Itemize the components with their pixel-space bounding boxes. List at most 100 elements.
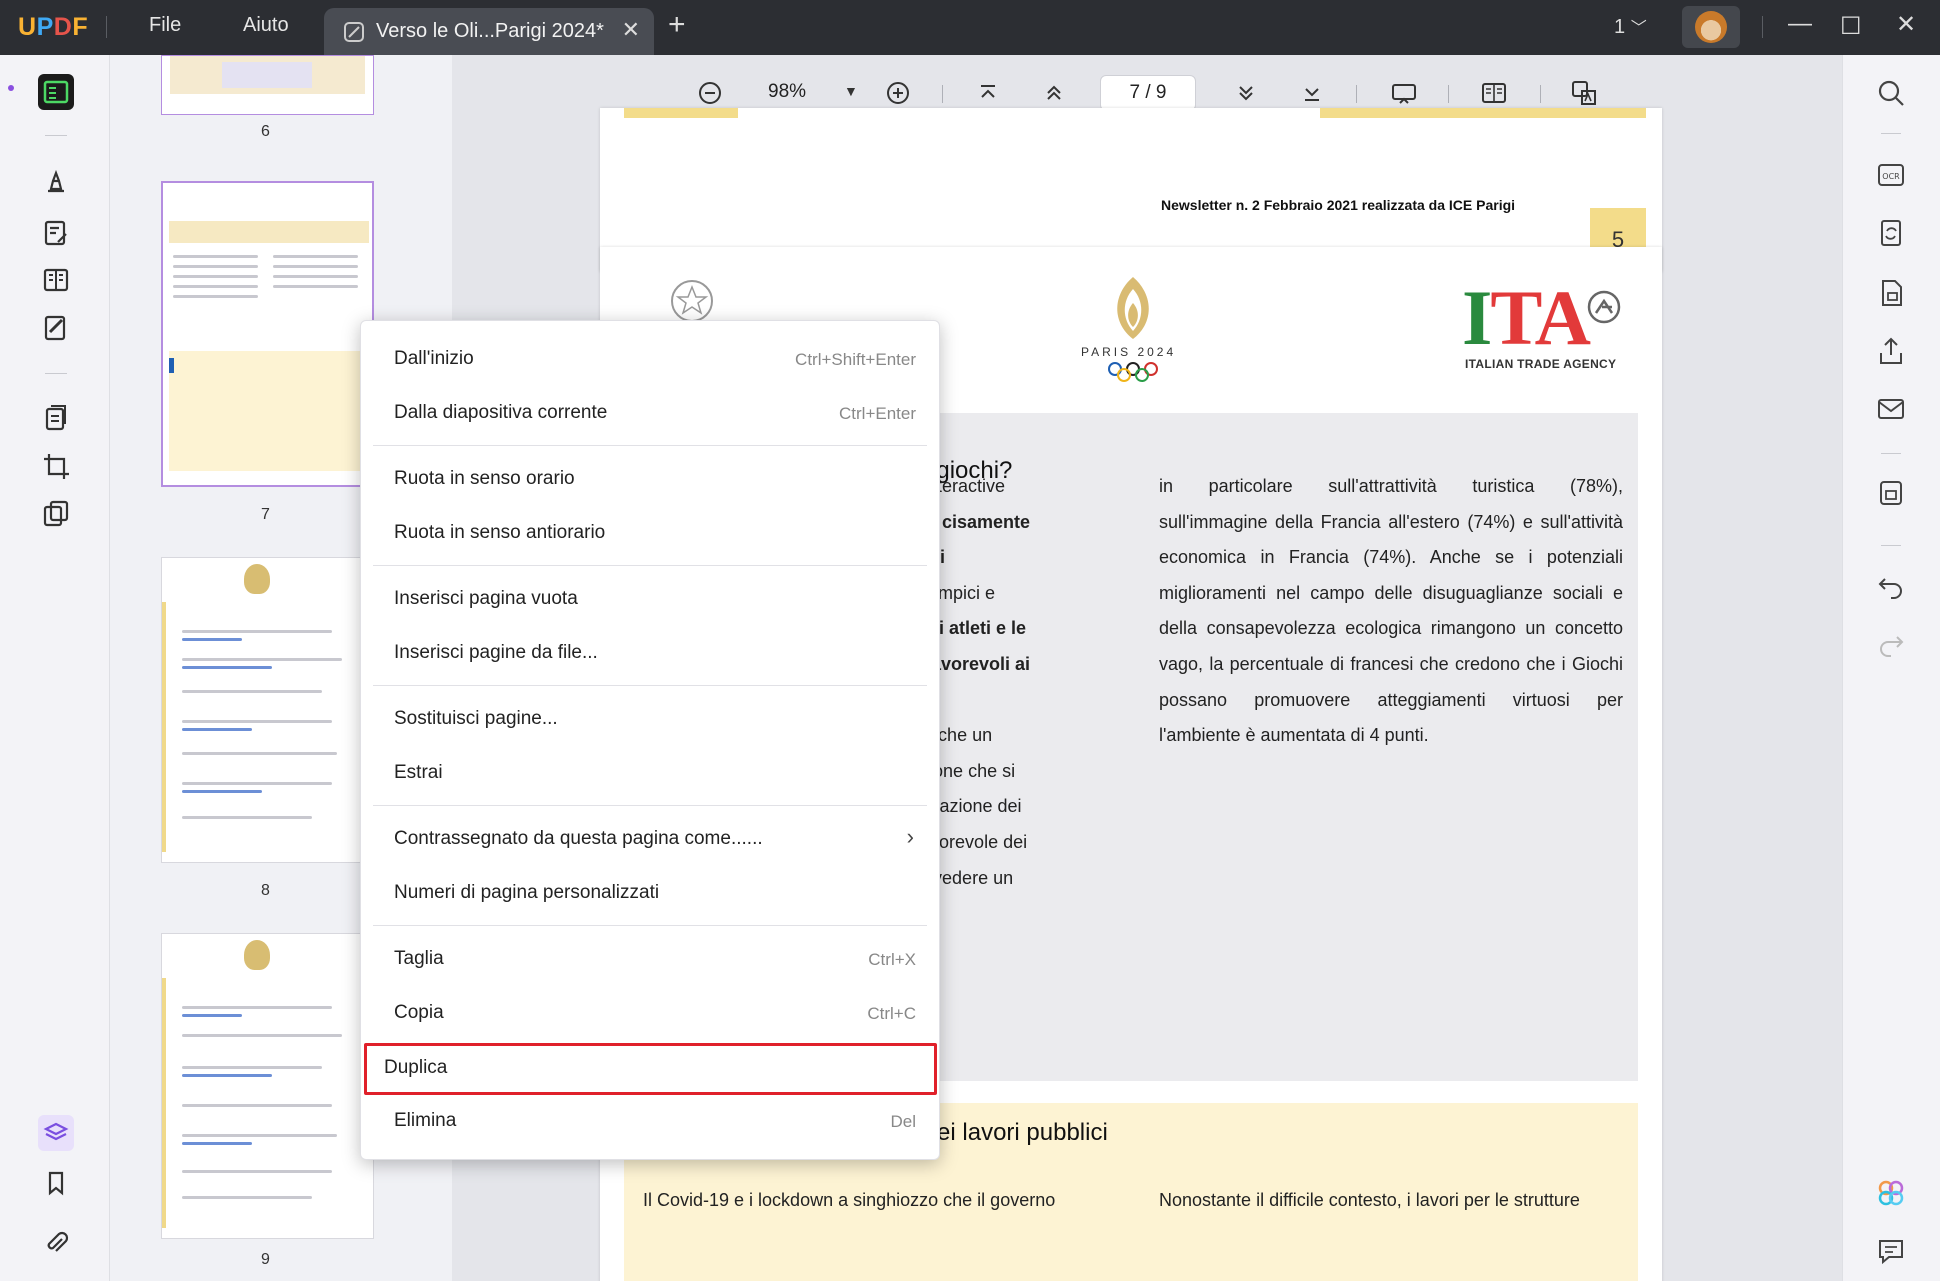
menu-item-label: Sostituisci pagine... <box>394 708 558 729</box>
menu-item-duplicate[interactable]: Duplica <box>364 1043 937 1095</box>
page-thumbnail-6[interactable] <box>161 55 374 115</box>
zoom-dropdown-icon[interactable]: ▼ <box>844 83 858 99</box>
edit-pdf-icon[interactable] <box>38 215 74 251</box>
bookmark-icon[interactable] <box>38 1165 74 1201</box>
thumb-link <box>182 728 252 731</box>
page-decoration <box>624 108 738 118</box>
menu-shortcut: Ctrl+X <box>868 950 916 969</box>
first-page-icon[interactable] <box>974 79 1002 107</box>
presentation-icon[interactable] <box>1390 79 1418 107</box>
email-icon[interactable] <box>1875 393 1907 425</box>
thumb-section <box>169 351 369 471</box>
thumb-line <box>182 1034 342 1037</box>
highlighter-icon[interactable] <box>38 165 74 201</box>
menu-item-insert-from-file[interactable]: Inserisci pagine da file... <box>371 629 928 679</box>
page-thumbnail-9[interactable] <box>161 933 374 1239</box>
reader-mode-icon[interactable] <box>38 74 74 110</box>
thumb-line <box>182 690 322 693</box>
menu-item-label: Duplica <box>384 1057 448 1078</box>
thumb-line <box>182 720 332 723</box>
translate-icon[interactable] <box>1570 79 1598 107</box>
close-window-icon[interactable]: ✕ <box>1896 10 1916 39</box>
minimize-icon[interactable]: — <box>1788 10 1812 38</box>
menu-divider <box>373 565 927 566</box>
right-toolbar: OCR <box>1842 55 1940 1281</box>
menu-item-label: Numeri di pagina personalizzati <box>394 882 660 903</box>
menu-item-label: Estrai <box>394 762 443 783</box>
divider <box>942 85 943 103</box>
title-bar: UPDF File Aiuto Verso le Oli...Parigi 20… <box>0 0 1940 55</box>
menu-item-replace[interactable]: Sostituisci pagine... <box>371 695 928 745</box>
compare-icon[interactable] <box>38 496 74 532</box>
menu-item-extract[interactable]: Estrai <box>371 749 928 799</box>
previous-page-icon[interactable] <box>1040 79 1068 107</box>
convert-icon[interactable] <box>1875 217 1907 249</box>
menu-item-label: Inserisci pagine da file... <box>394 642 598 663</box>
protect-icon[interactable] <box>1875 277 1907 309</box>
menu-item-from-current[interactable]: Dalla diapositiva corrente Ctrl+Enter <box>371 389 928 439</box>
ita-emblem-icon <box>1587 290 1621 324</box>
left-toolbar <box>0 55 110 1281</box>
ai-assistant-icon[interactable] <box>1875 1177 1907 1209</box>
page-layout-icon[interactable] <box>1480 79 1508 107</box>
share-icon[interactable] <box>1875 335 1907 367</box>
crop-icon[interactable] <box>38 448 74 484</box>
maximize-icon[interactable]: ☐ <box>1840 12 1862 41</box>
new-tab-icon[interactable]: + <box>668 8 686 42</box>
thumb-line <box>182 1170 332 1173</box>
divider <box>1881 133 1901 134</box>
menu-shortcut: Ctrl+Shift+Enter <box>795 350 916 369</box>
menu-item-label: Ruota in senso orario <box>394 468 575 489</box>
window-count-dropdown[interactable]: 1 ﹀ <box>1614 14 1647 39</box>
sign-icon[interactable] <box>38 310 74 346</box>
thumb-link <box>182 790 262 793</box>
form-icon[interactable] <box>38 262 74 298</box>
page-thumbnail-8[interactable] <box>161 557 374 863</box>
page-thumbnail-7[interactable] <box>161 181 374 487</box>
thumb-line <box>273 285 358 288</box>
divider <box>106 16 107 38</box>
menu-item-delete[interactable]: Elimina Del <box>371 1097 928 1147</box>
user-avatar[interactable] <box>1682 6 1740 48</box>
ocr-icon[interactable]: OCR <box>1875 159 1907 191</box>
thumb-line <box>182 1134 337 1137</box>
thumb-heading <box>169 221 369 243</box>
menu-item-insert-blank[interactable]: Inserisci pagina vuota <box>371 575 928 625</box>
thumb-line <box>182 1066 322 1069</box>
menu-item-label: Elimina <box>394 1110 457 1131</box>
page-number-input[interactable]: 7 / 9 <box>1100 75 1196 111</box>
organize-pages-icon[interactable] <box>38 400 74 436</box>
zoom-in-icon[interactable] <box>884 79 912 107</box>
text-line: possano promuovere atteggiamenti virtuos… <box>1159 689 1623 710</box>
next-page-icon[interactable] <box>1232 79 1260 107</box>
thumb-link <box>182 1142 252 1145</box>
thumb-link <box>182 638 242 641</box>
comment-icon[interactable] <box>1875 1235 1907 1267</box>
redo-icon[interactable] <box>1875 627 1907 659</box>
menu-item-label: Ruota in senso antiorario <box>394 522 606 543</box>
layers-icon[interactable] <box>38 1115 74 1151</box>
zoom-out-icon[interactable] <box>696 79 724 107</box>
divider <box>1881 453 1901 454</box>
thumb-line <box>182 1196 312 1199</box>
undo-icon[interactable] <box>1875 569 1907 601</box>
menu-file[interactable]: File <box>149 14 181 37</box>
attachment-icon[interactable] <box>38 1225 74 1261</box>
menu-item-cut[interactable]: Taglia Ctrl+X <box>371 935 928 985</box>
menu-item-custom-page-numbers[interactable]: Numeri di pagina personalizzati <box>371 869 928 919</box>
menu-item-from-start[interactable]: Dall'inizio Ctrl+Shift+Enter <box>371 335 928 385</box>
menu-aiuto[interactable]: Aiuto <box>243 14 289 37</box>
menu-item-copy[interactable]: Copia Ctrl+C <box>371 989 928 1039</box>
menu-item-mark-page-as[interactable]: Contrassegnato da questa pagina come....… <box>371 815 928 865</box>
menu-item-rotate-cw[interactable]: Ruota in senso orario <box>371 455 928 505</box>
last-page-icon[interactable] <box>1298 79 1326 107</box>
search-icon[interactable] <box>1875 77 1907 109</box>
close-tab-icon[interactable]: ✕ <box>622 17 640 43</box>
thumbnail-number: 9 <box>261 1251 270 1268</box>
zoom-level[interactable]: 98% <box>768 81 806 103</box>
avatar-image <box>1695 11 1727 43</box>
document-tab[interactable]: Verso le Oli...Parigi 2024* ✕ <box>324 8 654 55</box>
ita-logo: ITA <box>1462 274 1591 361</box>
menu-item-rotate-ccw[interactable]: Ruota in senso antiorario <box>371 509 928 559</box>
save-icon[interactable] <box>1875 477 1907 509</box>
